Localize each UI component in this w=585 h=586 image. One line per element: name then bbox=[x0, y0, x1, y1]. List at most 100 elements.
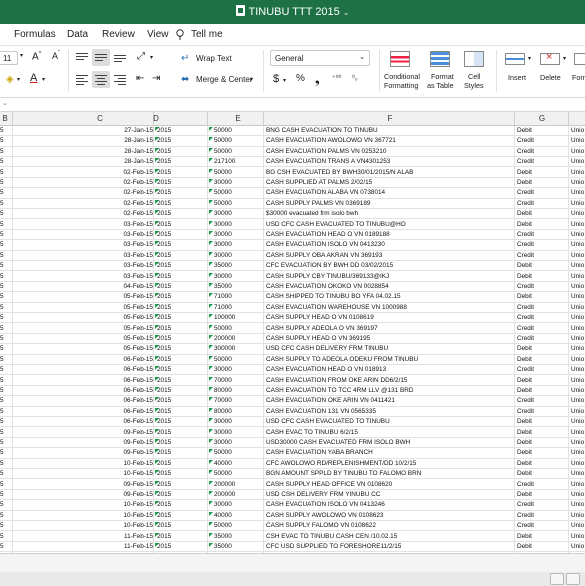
cell-date[interactable]: 09-Feb-15 bbox=[95, 428, 154, 437]
cell-amount[interactable]: 50000 bbox=[210, 126, 258, 135]
cell-description[interactable]: CFC EVACUATION BY BWH DD 03/02/2015 bbox=[266, 261, 514, 270]
cell-b[interactable]: 5 bbox=[0, 448, 8, 457]
cell-date[interactable]: 06-Feb-15 bbox=[95, 365, 154, 374]
table-row[interactable]: 5 06-Feb-15 2015 30000 CASH EVACUATION HEAD … bbox=[0, 365, 585, 376]
cell-type[interactable]: Credit bbox=[517, 240, 567, 249]
cell-bank[interactable]: Unio bbox=[571, 386, 585, 395]
cell-b[interactable]: 5 bbox=[0, 209, 8, 218]
table-row[interactable]: 5 02-Feb-15 2015 50000 BG CSH EVACUATED BY B… bbox=[0, 168, 585, 178]
cell-b[interactable]: 5 bbox=[0, 459, 8, 468]
cell-description[interactable]: CASH EVACUATION ISOLO VN 0413246 bbox=[266, 500, 514, 509]
cell-year[interactable]: 2015 bbox=[154, 282, 200, 291]
cell-amount[interactable]: 70000 bbox=[210, 396, 258, 405]
cell-date[interactable]: 05-Feb-15 bbox=[95, 303, 154, 312]
cell-type[interactable]: Debit bbox=[517, 428, 567, 437]
cell-description[interactable]: CASH EVACUATION HEAD O VN 018913 bbox=[266, 365, 514, 374]
cell-amount[interactable]: 30000 bbox=[210, 438, 258, 447]
table-row[interactable]: 5 09-Feb-15 2015 200000 CASH SUPPLY HEAD OFF… bbox=[0, 480, 585, 490]
tab-formulas[interactable]: Formulas bbox=[14, 29, 56, 40]
format-as-table-icon[interactable] bbox=[430, 51, 450, 67]
table-row[interactable]: 5 10-Feb-15 2015 50000 BGN AMOUNT SPPLD BY T… bbox=[0, 469, 585, 480]
cell-description[interactable]: CASH EVACUATION PALMS VN 0253210 bbox=[266, 147, 514, 156]
table-row[interactable]: 5 11-Feb-15 2015 35000 CSH EVAC TO TINUBU CA… bbox=[0, 532, 585, 542]
cell-date[interactable]: 04-Feb-15 bbox=[95, 282, 154, 291]
align-left-icon[interactable] bbox=[76, 74, 88, 86]
cell-date[interactable]: 03-Feb-15 bbox=[95, 220, 154, 229]
cell-year[interactable]: 2015 bbox=[154, 396, 200, 405]
cell-date[interactable]: 28-Jan-15 bbox=[95, 136, 153, 145]
table-row[interactable]: 5 05-Feb-15 2015 100000 CASH SUPPLY HEAD O V… bbox=[0, 313, 585, 324]
cell-styles-label-1[interactable]: Cell bbox=[468, 72, 480, 81]
cell-bank[interactable]: Unio bbox=[571, 407, 585, 416]
cell-b[interactable]: 5 bbox=[0, 521, 8, 530]
cell-date[interactable]: 03-Feb-15 bbox=[95, 261, 154, 270]
cell-b[interactable]: 5 bbox=[0, 428, 8, 437]
cell-description[interactable]: CASH EVACUATION TO TCC 4RM LLV @131 BRD bbox=[266, 386, 514, 395]
cell-description[interactable]: CASH SUPPLY AWOLOWO VN 0108623 bbox=[266, 511, 514, 520]
cell-bank[interactable]: Unio bbox=[571, 157, 585, 166]
cell-year[interactable]: 2015 bbox=[154, 303, 200, 312]
cell-b[interactable]: 5 bbox=[0, 240, 8, 249]
cell-year[interactable]: 2015 bbox=[154, 511, 200, 520]
cell-b[interactable]: 5 bbox=[0, 376, 8, 385]
cell-date[interactable]: 03-Feb-15 bbox=[95, 272, 154, 281]
cell-date[interactable]: 02-Feb-15 bbox=[95, 178, 154, 187]
cell-year[interactable]: 2015 bbox=[154, 334, 200, 343]
font-color-icon[interactable]: A bbox=[30, 72, 37, 84]
cell-b[interactable]: 5 bbox=[0, 438, 8, 447]
cell-date[interactable]: 02-Feb-15 bbox=[95, 188, 154, 197]
cell-date[interactable]: 05-Feb-15 bbox=[95, 324, 154, 333]
cell-type[interactable]: Credit bbox=[517, 407, 567, 416]
cell-amount[interactable]: 30000 bbox=[210, 251, 258, 260]
table-row[interactable]: 5 11-Feb-15 2015 35000 CFC USD SUPPLIED TO F… bbox=[0, 542, 585, 553]
cell-b[interactable]: 5 bbox=[0, 542, 8, 551]
cell-amount[interactable]: 35000 bbox=[210, 261, 258, 270]
cell-amount[interactable]: 50000 bbox=[210, 355, 258, 364]
text-orientation-icon[interactable]: ⤢ bbox=[137, 51, 145, 62]
table-row[interactable]: 5 09-Feb-15 2015 30000 USD30000 CASH EVACUAT… bbox=[0, 438, 585, 449]
cell-type[interactable]: Credit bbox=[517, 480, 567, 489]
cell-bank[interactable]: Unio bbox=[571, 334, 585, 343]
format-button[interactable]: Form bbox=[572, 73, 585, 82]
cell-date[interactable]: 09-Feb-15 bbox=[95, 448, 154, 457]
cell-type[interactable]: Credit bbox=[517, 147, 567, 156]
cell-amount[interactable]: 30000 bbox=[210, 230, 258, 239]
tab-data[interactable]: Data bbox=[67, 29, 88, 40]
cell-description[interactable]: CASH EVACUATION ALABA VN 0738014 bbox=[266, 188, 514, 197]
cell-description[interactable]: BNG CASH EVACUATION TO TINUBU bbox=[266, 126, 514, 135]
cell-amount[interactable]: 71000 bbox=[210, 292, 258, 301]
cell-description[interactable]: CASH EVACUATION OKOKO VN 0028854 bbox=[266, 282, 514, 291]
cell-description[interactable]: CASH SUPPLY FALOMO VN 0108622 bbox=[266, 521, 514, 530]
table-row[interactable]: 5 03-Feb-15 2015 30000 CASH SUPPLY CBY TINUB… bbox=[0, 272, 585, 282]
cell-bank[interactable]: Unio bbox=[571, 178, 585, 187]
cell-amount[interactable]: 50000 bbox=[210, 521, 258, 530]
cell-date[interactable]: 10-Feb-15 bbox=[95, 469, 154, 478]
cell-bank[interactable]: Unio bbox=[571, 448, 585, 457]
cell-bank[interactable]: Unio bbox=[571, 261, 585, 270]
cell-year[interactable]: 2015 bbox=[154, 386, 200, 395]
cell-description[interactable]: CASH EVACUATION TRANS A VN4301253 bbox=[266, 157, 514, 166]
comma-style-icon[interactable]: ❟ bbox=[315, 72, 320, 87]
cell-bank[interactable]: Unio bbox=[571, 292, 585, 301]
cell-year[interactable]: 2015 bbox=[154, 188, 200, 197]
cell-amount[interactable]: 40000 bbox=[210, 459, 258, 468]
cell-year[interactable]: 2015 bbox=[154, 136, 200, 145]
font-size-select[interactable]: 11 bbox=[0, 51, 18, 65]
cell-amount[interactable]: 50000 bbox=[210, 136, 258, 145]
cell-type[interactable]: Credit bbox=[517, 365, 567, 374]
cell-description[interactable]: CASH EVACUATION AWOLOWO VN 367721 bbox=[266, 136, 514, 145]
cell-b[interactable]: 5 bbox=[0, 126, 8, 135]
cell-date[interactable]: 11-Feb-15 bbox=[95, 532, 153, 541]
table-row[interactable]: 5 28-Jan-15 2015 50000 CASH EVACUATION AWOLO… bbox=[0, 136, 585, 147]
cell-b[interactable]: 5 bbox=[0, 396, 8, 405]
cell-styles-label-2[interactable]: Styles bbox=[464, 81, 484, 90]
cell-amount[interactable]: 30000 bbox=[210, 209, 258, 218]
table-row[interactable]: 5 02-Feb-15 2015 50000 CASH SUPPLY PALMS VN … bbox=[0, 199, 585, 209]
cell-date[interactable]: 05-Feb-15 bbox=[95, 344, 154, 353]
cell-b[interactable]: 5 bbox=[0, 480, 8, 489]
chevron-down-icon[interactable]: ▾ bbox=[42, 76, 45, 83]
cell-date[interactable]: 27-Jan-15 bbox=[95, 126, 153, 135]
cell-b[interactable]: 5 bbox=[0, 168, 8, 177]
cell-bank[interactable]: Unio bbox=[571, 282, 585, 291]
cell-type[interactable]: Credit bbox=[517, 251, 567, 260]
